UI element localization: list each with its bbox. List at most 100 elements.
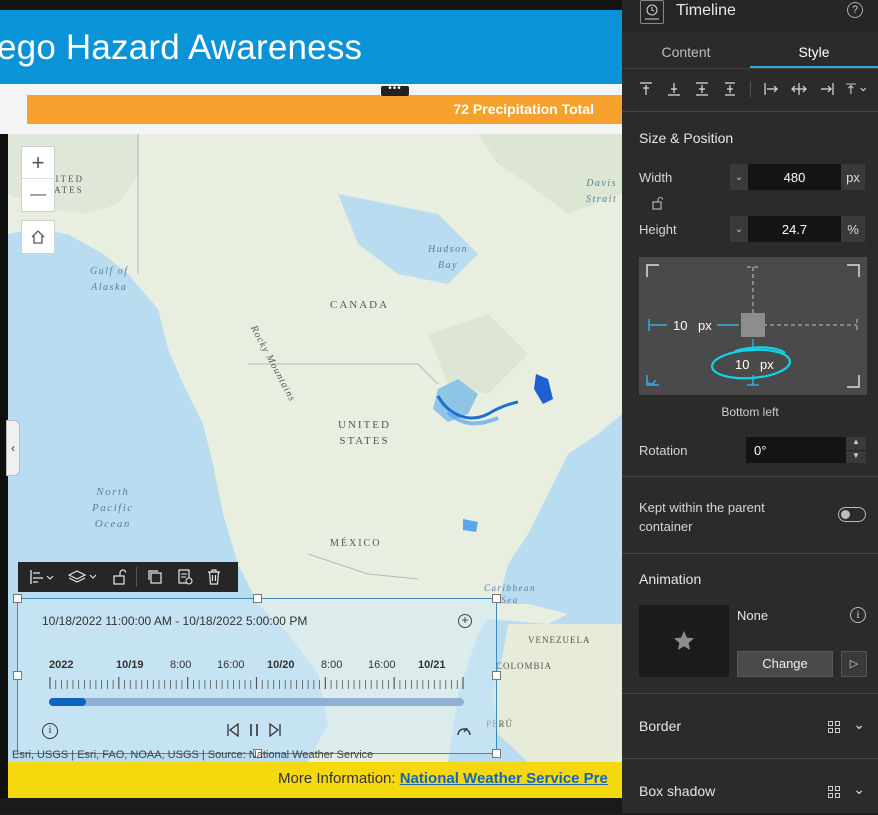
info-icon[interactable]: i	[850, 607, 866, 623]
label-caribbean-line1: Caribbean	[484, 583, 537, 593]
canvas-top-strip	[0, 0, 622, 10]
home-button[interactable]	[21, 220, 55, 254]
link-corners-icon[interactable]	[828, 786, 840, 798]
home-icon	[31, 230, 45, 244]
left-offset-unit[interactable]: px	[698, 318, 712, 333]
panel-title: Timeline	[676, 2, 736, 19]
label-canada: CANADA	[330, 299, 390, 311]
timeline-slider-fill[interactable]	[49, 698, 87, 706]
border-section[interactable]: Border ⌄	[622, 704, 878, 750]
align-top-icon[interactable]	[632, 82, 660, 96]
change-animation-button[interactable]: Change	[737, 651, 833, 677]
next-icon[interactable]	[268, 723, 282, 737]
rotation-stepper[interactable]: ▲ ▼	[846, 437, 866, 463]
banner-text: 72 Precipitation Total	[453, 101, 594, 117]
label-colombia: COLOMBIA	[496, 661, 553, 671]
align-vertical-center-icon[interactable]	[688, 82, 716, 96]
copy-style-button[interactable]	[173, 566, 197, 588]
aspect-lock-icon[interactable]	[651, 196, 663, 210]
resize-handle-middle-right[interactable]	[492, 671, 501, 680]
app-header: ego Hazard Awareness	[0, 10, 622, 84]
tick-label: 10/20	[267, 659, 295, 671]
animation-preview[interactable]	[639, 605, 729, 677]
label-pacific-line1: North	[96, 486, 130, 498]
precipitation-banner[interactable]: 72 Precipitation Total	[27, 95, 622, 124]
rotation-value[interactable]: 0°	[746, 443, 846, 458]
border-label: Border	[639, 718, 682, 734]
speed-gauge-icon[interactable]	[456, 723, 472, 737]
map-attribution: Esri, USGS | Esri, FAO, NOAA, USGS | Sou…	[12, 749, 374, 761]
pause-icon[interactable]	[248, 723, 260, 737]
animation-title: Animation	[639, 571, 702, 587]
info-icon[interactable]: i	[42, 723, 58, 739]
height-label: Height	[639, 222, 677, 237]
label-pacific-line2: Pacific	[92, 502, 134, 514]
label-hudson-line1: Hudson	[428, 244, 469, 255]
align-more-dropdown-icon[interactable]	[841, 82, 869, 96]
height-unit[interactable]: %	[841, 216, 865, 242]
resize-handle-middle-left[interactable]	[13, 671, 22, 680]
box-shadow-section[interactable]: Box shadow ⌄	[622, 769, 878, 815]
bottom-offset-unit[interactable]: px	[760, 357, 774, 372]
settings-panel: Timeline ? Content Style Size & Position…	[622, 0, 878, 813]
resize-handle-top-center[interactable]	[253, 594, 262, 603]
drag-handle[interactable]: •••	[381, 84, 409, 96]
timeline-slider-track[interactable]	[49, 698, 464, 706]
collapse-left-panel-tab[interactable]: ‹	[6, 420, 20, 476]
label-davis-line1: Davis	[586, 178, 618, 189]
distribute-vertical-icon[interactable]	[716, 82, 744, 96]
label-mexico: MÉXICO	[330, 538, 382, 549]
width-value[interactable]: 480	[748, 170, 841, 185]
tick-label: 10/19	[116, 659, 144, 671]
width-unit[interactable]: px	[841, 164, 865, 190]
app-title: ego Hazard Awareness	[0, 28, 363, 67]
resize-handle-bottom-right[interactable]	[492, 749, 501, 758]
play-icon: ▷	[849, 658, 859, 670]
zoom-out-button[interactable]: —	[22, 179, 54, 211]
chevron-down-icon[interactable]: ⌄	[730, 216, 748, 242]
kept-within-toggle[interactable]	[838, 507, 866, 522]
height-input[interactable]: ⌄ 24.7 %	[730, 216, 865, 242]
chevron-down-icon[interactable]: ▼	[846, 451, 866, 464]
resize-handle-top-left[interactable]	[13, 594, 22, 603]
resize-handle-top-right[interactable]	[492, 594, 501, 603]
zoom-in-button[interactable]: +	[22, 147, 54, 179]
left-offset-value[interactable]: 10	[673, 318, 687, 333]
section-divider	[622, 553, 878, 554]
help-icon[interactable]: ?	[847, 2, 863, 18]
chevron-down-icon[interactable]: ⌄	[730, 164, 748, 190]
chevron-down-icon[interactable]: ⌄	[853, 716, 865, 733]
kept-within-line2: container	[639, 519, 693, 534]
align-dropdown-button[interactable]	[26, 566, 58, 588]
zoom-in-time-icon[interactable]: +	[458, 614, 472, 628]
align-left-icon[interactable]	[757, 82, 785, 96]
height-value[interactable]: 24.7	[748, 222, 841, 237]
info-footer: More Information: National Weather Servi…	[8, 762, 622, 798]
tab-style[interactable]: Style	[750, 36, 878, 68]
play-preview-button[interactable]: ▷	[841, 651, 867, 677]
chevron-up-icon[interactable]: ▲	[846, 437, 866, 451]
animation-value: None	[737, 608, 769, 623]
lock-button[interactable]	[108, 566, 130, 588]
align-horizontal-center-icon[interactable]	[785, 82, 813, 96]
tab-content[interactable]: Content	[622, 36, 750, 68]
section-divider	[622, 111, 878, 112]
align-middle-icon[interactable]	[660, 82, 688, 96]
chevron-down-icon[interactable]: ⌄	[853, 781, 865, 798]
previous-icon[interactable]	[226, 723, 240, 737]
duplicate-button[interactable]	[143, 566, 167, 588]
box-shadow-label: Box shadow	[639, 783, 716, 799]
footer-link[interactable]: National Weather Service Pre	[400, 770, 608, 787]
delete-button[interactable]	[203, 566, 225, 588]
timeline-widget[interactable]: 10/18/2022 11:00:00 AM - 10/18/2022 5:00…	[13, 594, 501, 758]
widget-toolbar	[18, 562, 238, 592]
align-right-icon[interactable]	[813, 82, 841, 96]
width-input[interactable]: ⌄ 480 px	[730, 164, 865, 190]
anchor-position-editor[interactable]: 10 px 10 px	[639, 257, 867, 395]
layer-order-dropdown-button[interactable]	[64, 566, 102, 588]
label-alaska-line1: Gulf of	[90, 266, 129, 277]
rotation-input[interactable]: 0° ▲ ▼	[746, 437, 866, 463]
link-corners-icon[interactable]	[828, 721, 840, 733]
bottom-offset-value[interactable]: 10	[735, 357, 749, 372]
builder-canvas: ego Hazard Awareness 72 Precipitation To…	[0, 0, 622, 813]
